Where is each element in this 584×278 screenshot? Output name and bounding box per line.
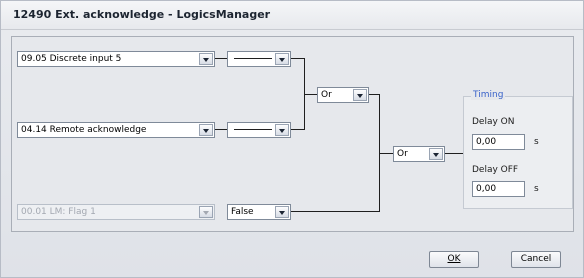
signal-modifier-1-select[interactable]: [227, 51, 291, 67]
connector-line: [304, 94, 317, 95]
input-2-value: 04.14 Remote acknowledge: [21, 125, 147, 135]
delay-off-unit: s: [534, 184, 539, 194]
false-value: False: [231, 207, 254, 217]
chevron-down-icon[interactable]: [275, 124, 289, 136]
delay-on-label: Delay ON: [472, 117, 515, 127]
input-2-select[interactable]: 04.14 Remote acknowledge: [17, 122, 215, 138]
title-bar: 12490 Ext. acknowledge - LogicsManager: [1, 1, 583, 30]
input-1-select[interactable]: 09.05 Discrete input 5: [17, 51, 215, 67]
chevron-down-icon[interactable]: [353, 89, 367, 101]
signal-modifier-2-select[interactable]: [227, 122, 291, 138]
connector-line: [379, 153, 393, 154]
delay-on-unit: s: [534, 137, 539, 147]
false-select[interactable]: False: [227, 204, 291, 220]
operator-1-select[interactable]: Or: [317, 87, 369, 103]
connector-line: [369, 94, 379, 95]
operator-2-select[interactable]: Or: [393, 146, 445, 162]
ok-button-label: OK: [447, 254, 461, 264]
cancel-button[interactable]: Cancel: [511, 251, 561, 268]
connector-line: [215, 129, 227, 130]
chevron-down-icon[interactable]: [199, 124, 213, 136]
chevron-down-icon[interactable]: [199, 53, 213, 65]
connector-line: [291, 58, 304, 59]
connector-line: [215, 58, 227, 59]
delay-off-label: Delay OFF: [472, 165, 519, 175]
delay-on-field[interactable]: 0,00: [472, 134, 525, 150]
input-3-select: 00.01 LM: Flag 1: [17, 204, 215, 220]
cancel-button-label: Cancel: [520, 254, 552, 264]
chevron-down-icon[interactable]: [275, 53, 289, 65]
timing-group-label: Timing: [471, 90, 506, 100]
operator-2-value: Or: [397, 149, 408, 159]
signal-line-icon: [234, 58, 272, 59]
signal-line-icon: [234, 129, 272, 130]
chevron-down-icon[interactable]: [429, 148, 443, 160]
chevron-down-icon: [199, 206, 213, 218]
logicsmanager-dialog: 12490 Ext. acknowledge - LogicsManager 0…: [0, 0, 584, 278]
input-1-value: 09.05 Discrete input 5: [21, 54, 122, 64]
operator-1-value: Or: [321, 90, 332, 100]
window-title: 12490 Ext. acknowledge - LogicsManager: [13, 8, 271, 21]
connector-line: [291, 129, 304, 130]
chevron-down-icon[interactable]: [275, 206, 289, 218]
connector-line: [291, 211, 380, 212]
connector-line: [445, 153, 463, 154]
delay-off-field[interactable]: 0,00: [472, 181, 525, 197]
ok-button[interactable]: OK: [429, 251, 479, 268]
input-3-value: 00.01 LM: Flag 1: [21, 207, 96, 217]
